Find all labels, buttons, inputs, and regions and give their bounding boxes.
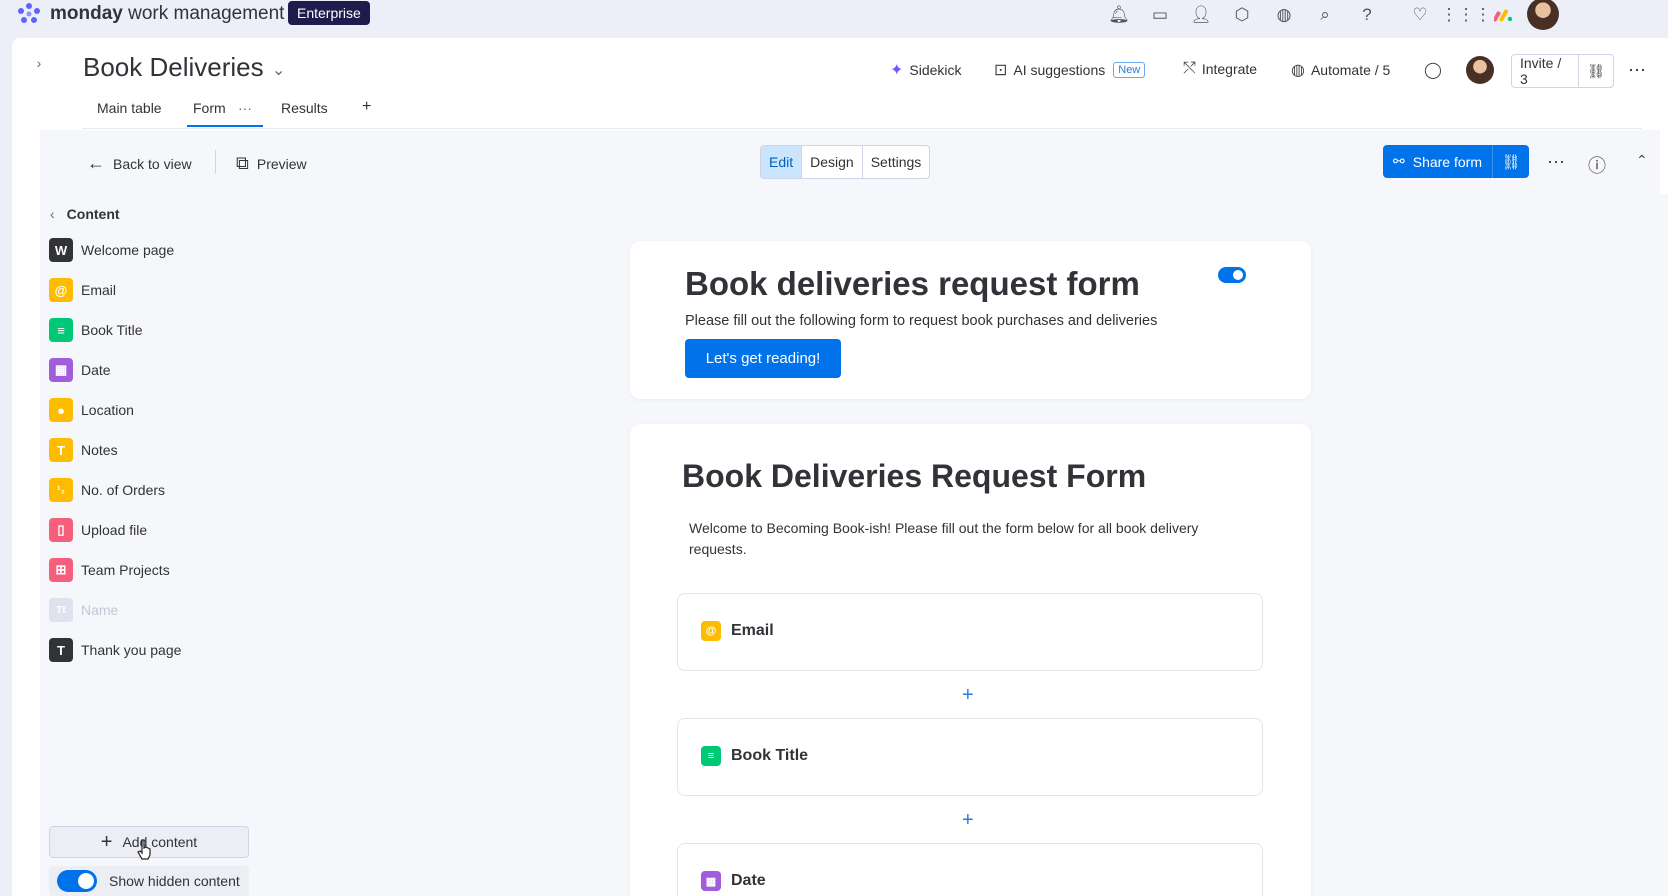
content-item-location[interactable]: ● Location (49, 398, 134, 422)
share-form-button[interactable]: ⚯ Share form ⛓︎ (1383, 145, 1529, 178)
numbers-column-icon: ¹₂ (49, 478, 73, 502)
mode-settings[interactable]: Settings (863, 146, 930, 178)
content-item-notes[interactable]: T Notes (49, 438, 118, 462)
content-item-welcome-page[interactable]: W Welcome page (49, 238, 174, 262)
add-question-button[interactable]: + (962, 684, 974, 707)
integrate-icon: ⤲ (1183, 60, 1196, 77)
add-question-button[interactable]: + (962, 809, 974, 832)
thank-you-page-icon: T (49, 638, 73, 662)
form-more-options-icon[interactable]: ⋯ (1547, 152, 1565, 173)
collapse-chevron-up-icon[interactable]: ⌃ (1636, 152, 1648, 169)
search-icon[interactable]: ⌕ (1314, 4, 1336, 26)
content-item-date[interactable]: ▦ Date (49, 358, 111, 382)
content-item-email[interactable]: @ Email (49, 278, 116, 302)
plan-badge: Enterprise (288, 1, 370, 25)
header-divider (82, 128, 1642, 129)
question-label-date: ▦ Date (701, 871, 766, 891)
bell-icon[interactable]: 🔔︎ (1108, 4, 1130, 26)
text-column-icon: ≡ (49, 318, 73, 342)
brand-name: monday work management (50, 3, 285, 24)
form-description[interactable]: Welcome to Becoming Book-ish! Please fil… (689, 518, 1229, 560)
mode-switcher: Edit Design Settings (760, 145, 931, 179)
welcome-page-icon: W (49, 238, 73, 262)
mouse-pointer-icon (137, 839, 151, 860)
content-item-name-hidden[interactable]: Tt Name (49, 598, 118, 622)
show-hidden-content-row: Show hidden content (49, 866, 249, 896)
content-item-upload-file[interactable]: ▯ Upload file (49, 518, 147, 542)
inbox-icon[interactable]: ▭ (1149, 4, 1171, 26)
updates-icon[interactable]: ◯ (1424, 60, 1442, 80)
question-label-book-title: ≡ Book Title (701, 746, 808, 766)
external-link-icon: ⧉ (236, 153, 249, 173)
new-badge: New (1113, 62, 1146, 78)
copy-form-link-icon[interactable]: ⛓︎ (1493, 153, 1529, 171)
invite-member-icon[interactable]: 👤︎ (1190, 4, 1212, 26)
ai-suggestions-button[interactable]: ⊡ AI suggestions New (994, 60, 1146, 80)
email-column-icon: @ (701, 621, 721, 641)
ai-bot-icon[interactable]: ◍ (1273, 4, 1295, 26)
monday-logo-icon[interactable] (16, 2, 42, 26)
info-icon[interactable]: ⓘ (1588, 152, 1606, 178)
email-column-icon: @ (49, 278, 73, 302)
sparkle-icon: ✦ (890, 62, 904, 79)
connect-boards-icon: ⊞ (49, 558, 73, 582)
help-icon[interactable]: ? (1356, 4, 1378, 26)
start-form-button[interactable]: Let's get reading! (685, 339, 841, 378)
plus-icon: + (100, 830, 113, 853)
content-item-book-title[interactable]: ≡ Book Title (49, 318, 142, 342)
automate-button[interactable]: ◍ Automate / 5 (1291, 60, 1390, 80)
question-label-email: @ Email (701, 621, 774, 641)
mode-edit[interactable]: Edit (761, 146, 803, 178)
tab-main-table[interactable]: Main table (97, 100, 162, 116)
user-avatar[interactable] (1527, 0, 1559, 30)
ai-suggestions-icon: ⊡ (994, 62, 1008, 79)
content-panel-header[interactable]: ‹ Content (50, 206, 120, 222)
heart-icon[interactable]: ♡ (1409, 4, 1431, 26)
tab-results[interactable]: Results (281, 100, 328, 116)
arrow-left-icon: ← (87, 153, 105, 173)
calendar-icon: ▦ (49, 358, 73, 382)
mode-design[interactable]: Design (802, 146, 863, 178)
apps-marketplace-icon[interactable]: ⬡ (1231, 4, 1253, 26)
calendar-icon: ▦ (701, 871, 721, 891)
app-grid-icon[interactable]: ⋮⋮⋮ (1441, 4, 1492, 26)
top-bar: monday work management Enterprise 🔔︎ ▭ 👤… (0, 0, 1668, 30)
welcome-page-toggle[interactable] (1218, 267, 1246, 283)
invite-button[interactable]: Invite / 3 ⛓︎ (1511, 54, 1614, 88)
name-column-icon: Tt (49, 598, 73, 622)
long-text-icon: T (49, 438, 73, 462)
form-title[interactable]: Book Deliveries Request Form (682, 458, 1146, 495)
board-owner-avatar[interactable] (1466, 56, 1494, 84)
copy-link-icon[interactable]: ⛓︎ (1579, 63, 1613, 80)
monday-product-switcher-icon[interactable] (1494, 5, 1514, 23)
text-column-icon: ≡ (701, 746, 721, 766)
expand-sidebar-chevron-icon[interactable]: › (26, 50, 52, 76)
file-icon: ▯ (49, 518, 73, 542)
board-title-chevron-down-icon[interactable]: ⌄ (272, 60, 285, 80)
preview-button[interactable]: ⧉ Preview (236, 153, 307, 174)
tab-form-more-icon[interactable]: ··· (238, 100, 252, 116)
content-item-team-projects[interactable]: ⊞ Team Projects (49, 558, 170, 582)
add-view-button[interactable]: + (362, 98, 371, 116)
welcome-subtitle[interactable]: Please fill out the following form to re… (685, 313, 1157, 329)
location-pin-icon: ● (49, 398, 73, 422)
active-tab-indicator (187, 125, 263, 127)
back-to-view-button[interactable]: ← Back to view (87, 153, 192, 174)
content-item-thank-you-page[interactable]: T Thank you page (49, 638, 181, 662)
sidekick-button[interactable]: ✦ Sidekick (890, 60, 962, 80)
board-title[interactable]: Book Deliveries (83, 52, 264, 83)
integrate-button[interactable]: ⤲ Integrate (1183, 60, 1257, 78)
show-hidden-toggle[interactable] (57, 870, 97, 892)
robot-icon: ◍ (1291, 62, 1305, 79)
tab-form[interactable]: Form (193, 100, 226, 116)
content-item-no-of-orders[interactable]: ¹₂ No. of Orders (49, 478, 165, 502)
chevron-left-icon[interactable]: ‹ (50, 206, 55, 222)
share-icon: ⚯ (1393, 153, 1405, 169)
more-options-icon[interactable]: ⋯ (1628, 60, 1646, 81)
welcome-title[interactable]: Book deliveries request form (685, 265, 1140, 303)
